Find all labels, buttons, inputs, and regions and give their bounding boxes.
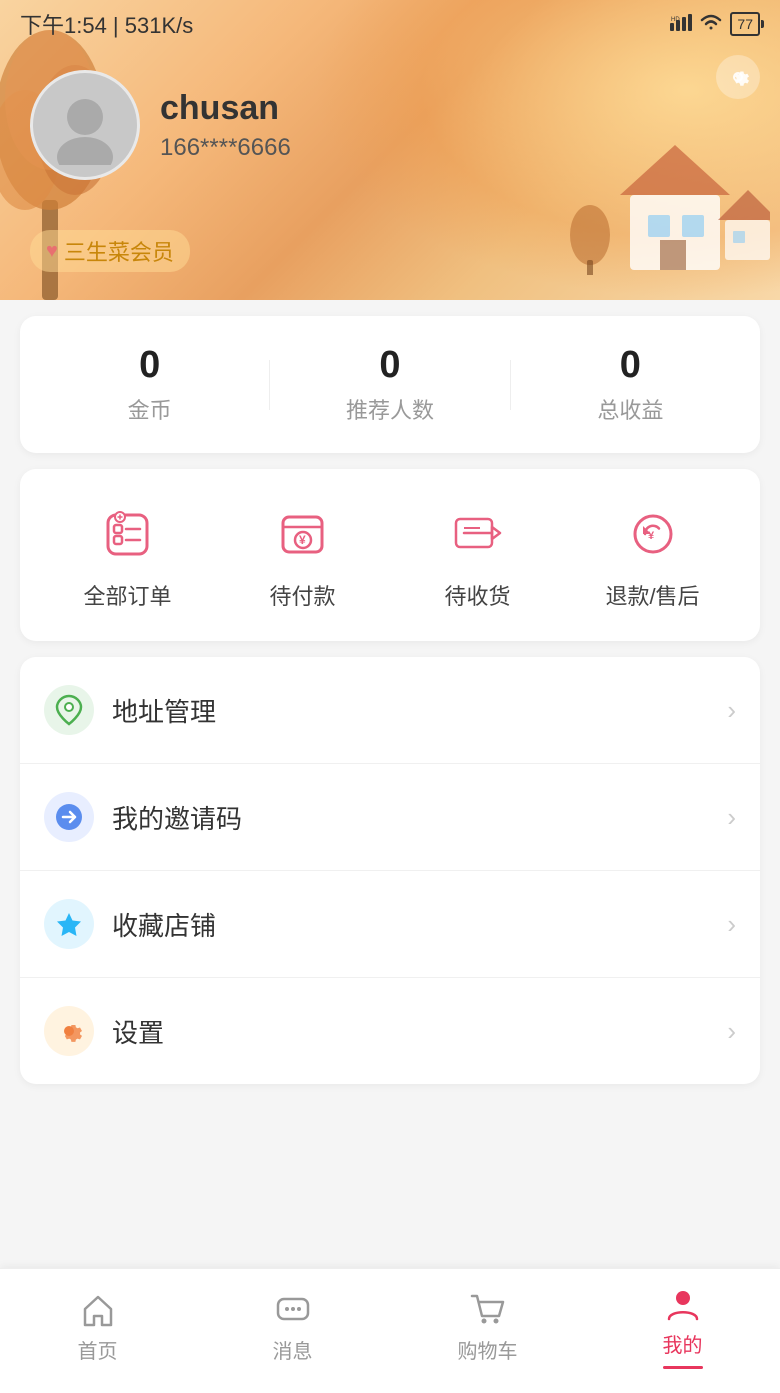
- house-decoration: [570, 115, 770, 280]
- settings-button[interactable]: [716, 55, 760, 99]
- signal-icon: HD: [670, 13, 692, 36]
- avatar[interactable]: [30, 70, 140, 180]
- battery-level: 77: [737, 16, 753, 32]
- heart-icon: ♥: [46, 240, 58, 263]
- member-label: 三生菜会员: [64, 235, 174, 267]
- stat-earnings[interactable]: 0 总收益: [511, 344, 750, 425]
- status-bar: 下午1:54 | 531K/s HD 77: [0, 0, 780, 48]
- stat-referrals-label: 推荐人数: [270, 393, 509, 425]
- stat-earnings-value: 0: [511, 344, 750, 387]
- tab-cart[interactable]: 购物车: [390, 1291, 585, 1364]
- menu-settings-label: 设置: [112, 1013, 709, 1050]
- profile-info: chusan 166****6666: [30, 70, 291, 180]
- member-badge[interactable]: ♥ 三生菜会员: [30, 230, 190, 272]
- svg-text:HD: HD: [671, 17, 680, 23]
- tab-bar: 首页 消息 购物车 我的: [0, 1268, 780, 1393]
- order-pending-delivery-label: 待收货: [444, 579, 510, 611]
- order-all-label: 全部订单: [83, 579, 171, 611]
- order-pending-payment-label: 待付款: [269, 579, 335, 611]
- address-icon-bg: [44, 685, 94, 735]
- stat-coins-label: 金币: [30, 393, 269, 425]
- svg-text:¥: ¥: [648, 530, 655, 542]
- stat-coins-value: 0: [30, 344, 269, 387]
- settings-icon-bg: [44, 1006, 94, 1056]
- tab-active-indicator: [663, 1366, 703, 1369]
- status-icons: HD 77: [670, 12, 760, 36]
- status-time: 下午1:54 | 531K/s: [20, 8, 193, 40]
- menu-invite-arrow: ›: [727, 802, 736, 833]
- orders-card: 全部订单 ¥ 待付款: [20, 469, 760, 641]
- menu-favorites[interactable]: 收藏店铺 ›: [20, 871, 760, 978]
- tab-home[interactable]: 首页: [0, 1291, 195, 1364]
- username: chusan: [160, 89, 291, 128]
- order-all[interactable]: 全部订单: [40, 499, 215, 611]
- order-refund-label: 退款/售后: [605, 579, 699, 611]
- orders-row: 全部订单 ¥ 待付款: [40, 499, 740, 611]
- order-pending-payment[interactable]: ¥ 待付款: [215, 499, 390, 611]
- order-pending-delivery[interactable]: 待收货: [390, 499, 565, 611]
- tab-home-label: 首页: [78, 1335, 118, 1364]
- tab-my-label: 我的: [663, 1329, 703, 1358]
- svg-text:¥: ¥: [299, 533, 306, 547]
- menu-address-label: 地址管理: [112, 692, 709, 729]
- menu-address-arrow: ›: [727, 695, 736, 726]
- favorites-icon-bg: [44, 899, 94, 949]
- order-refund[interactable]: ¥ 退款/售后: [565, 499, 740, 611]
- stat-referrals[interactable]: 0 推荐人数: [270, 344, 509, 425]
- menu-settings[interactable]: 设置 ›: [20, 978, 760, 1084]
- menu-favorites-label: 收藏店铺: [112, 906, 709, 943]
- phone: 166****6666: [160, 134, 291, 162]
- menu-settings-arrow: ›: [727, 1016, 736, 1047]
- tab-messages-label: 消息: [273, 1335, 313, 1364]
- menu-card: 地址管理 › 我的邀请码 › 收藏店铺 › 设置: [20, 657, 760, 1084]
- stat-referrals-value: 0: [270, 344, 509, 387]
- menu-invite[interactable]: 我的邀请码 ›: [20, 764, 760, 871]
- menu-invite-label: 我的邀请码: [112, 799, 709, 836]
- wifi-icon: [700, 13, 722, 36]
- menu-favorites-arrow: ›: [727, 909, 736, 940]
- tab-my[interactable]: 我的: [585, 1285, 780, 1369]
- stat-earnings-label: 总收益: [511, 393, 750, 425]
- invite-icon-bg: [44, 792, 94, 842]
- stats-card: 0 金币 0 推荐人数 0 总收益: [20, 316, 760, 453]
- battery-icon: 77: [730, 12, 760, 36]
- tab-messages[interactable]: 消息: [195, 1291, 390, 1364]
- menu-address[interactable]: 地址管理 ›: [20, 657, 760, 764]
- stat-coins[interactable]: 0 金币: [30, 344, 269, 425]
- tab-cart-label: 购物车: [458, 1335, 518, 1364]
